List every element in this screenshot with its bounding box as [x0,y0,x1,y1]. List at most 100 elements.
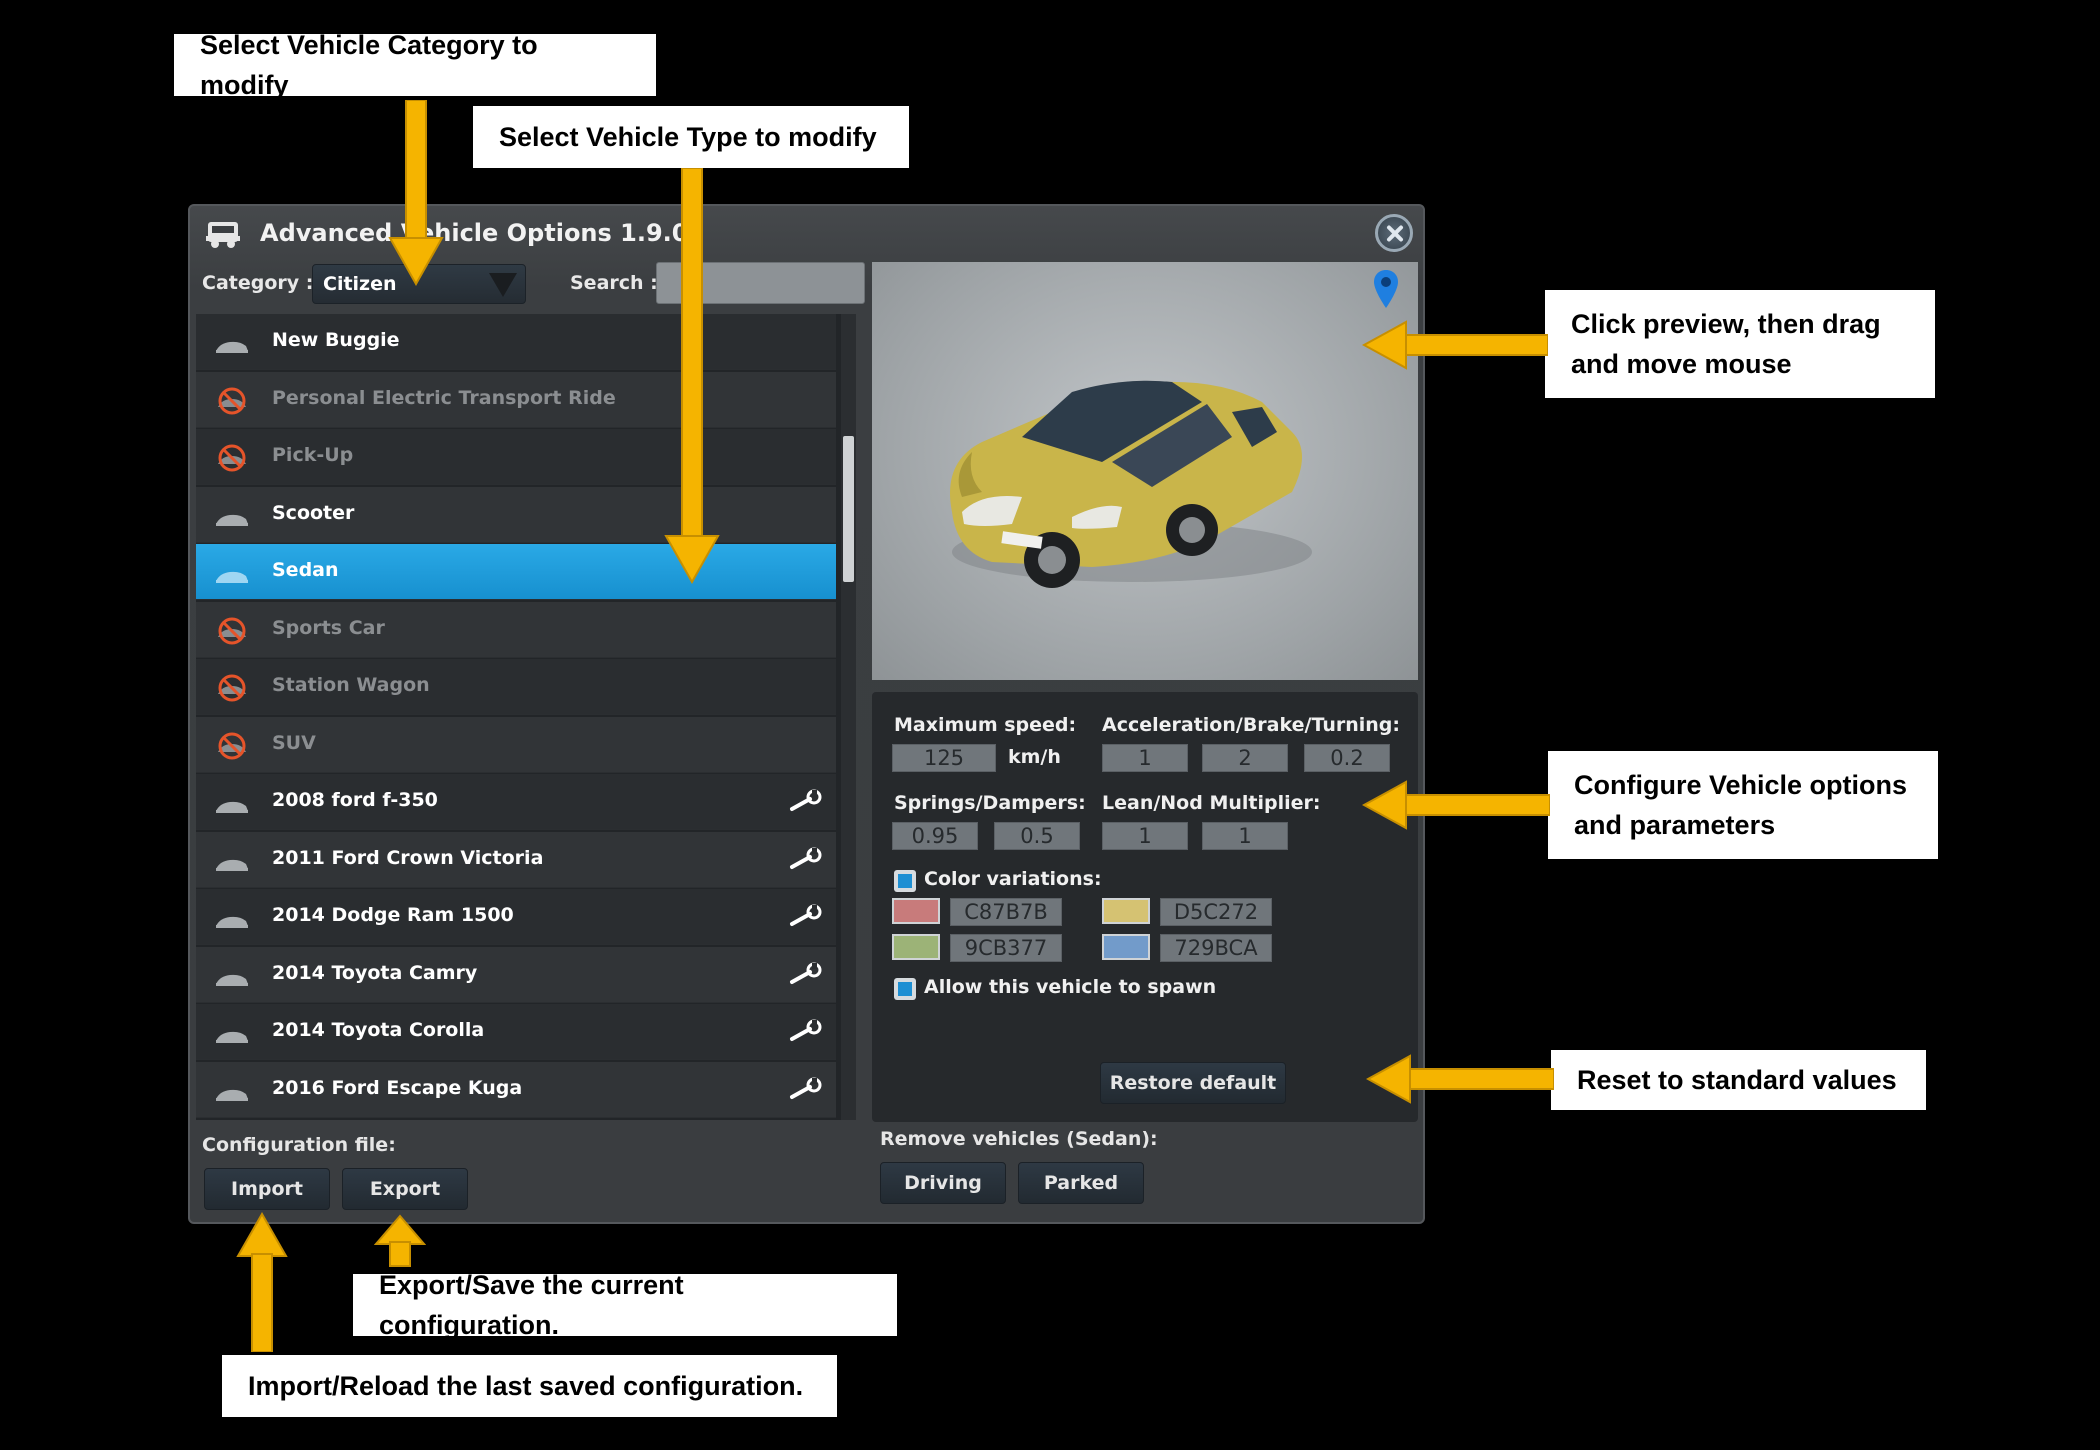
dampers-input[interactable]: 0.5 [994,822,1080,850]
callout-export: Export/Save the current configuration. [353,1270,897,1340]
search-label: Search : [570,272,658,294]
car-icon [216,859,248,871]
vehicle-name: 2014 Toyota Corolla [272,1019,485,1041]
arrow-to-restore-default [1366,1054,1554,1104]
close-button[interactable] [1375,214,1413,252]
location-pin-icon[interactable] [1374,270,1398,308]
car-icon [216,571,248,583]
brake-input[interactable]: 2 [1202,744,1288,772]
callout-text: Import/Reload the last saved configurati… [248,1371,804,1401]
disabled-car-icon [218,732,246,759]
max-speed-input[interactable]: 125 [892,744,996,772]
vehicle-list-item[interactable]: 2011 Ford Crown Victoria [196,831,836,888]
vehicle-name: New Buggie [272,329,400,351]
category-label: Category : [202,272,314,294]
car-icon [216,916,248,928]
callout-text: Export/Save the current configuration. [379,1270,684,1340]
sedan-preview-model [950,380,1312,588]
export-button[interactable]: Export [342,1168,468,1210]
vehicle-list-item[interactable]: 2008 ford f-350 [196,774,836,830]
scrollbar-thumb[interactable] [843,436,854,582]
car-icon [216,974,248,986]
allow-spawn-label: Allow this vehicle to spawn [924,976,1217,998]
color-swatch-3[interactable] [892,934,940,960]
wrench-icon [790,904,822,926]
nod-input[interactable]: 1 [1202,822,1288,850]
turning-input[interactable]: 0.2 [1304,744,1390,772]
disabled-car-icon [218,674,246,702]
color-hex-3[interactable]: 9CB377 [950,934,1062,962]
vehicle-list-item[interactable]: SUV [196,716,836,773]
vehicle-name: Sports Car [272,616,385,639]
callout-text-line1: Configure Vehicle options [1574,770,1908,800]
callout-text-line1: Click preview, then drag [1571,309,1881,339]
remove-driving-button[interactable]: Driving [880,1162,1006,1204]
vehicle-list-item[interactable]: Station Wagon [196,659,836,715]
car-icon [216,341,248,353]
vehicle-list-item[interactable]: Sports Car [196,601,836,658]
arrow-to-vehicle-type [664,168,720,584]
car-icon [216,801,248,813]
callout-select-type: Select Vehicle Type to modify [473,106,909,168]
vehicle-name: 2014 Toyota Camry [272,961,478,984]
vehicle-name: Pick-Up [272,444,354,466]
vehicle-name: Station Wagon [272,674,430,696]
color-variations-label: Color variations: [924,868,1102,890]
max-speed-unit: km/h [1008,746,1061,768]
vehicle-name: Scooter [272,501,355,524]
color-hex-4[interactable]: 729BCA [1160,934,1272,962]
remove-parked-button[interactable]: Parked [1018,1162,1144,1204]
callout-text: Reset to standard values [1577,1065,1897,1095]
color-hex-2[interactable]: D5C272 [1160,898,1272,926]
color-swatch-2[interactable] [1102,898,1150,924]
vehicle-name: SUV [272,731,316,754]
color-variations-checkbox[interactable] [894,870,916,892]
callout-import: Import/Reload the last saved configurati… [222,1355,837,1417]
import-button[interactable]: Import [204,1168,330,1210]
titlebar[interactable]: Advanced Vehicle Options 1.9.0 [190,206,1423,262]
color-hex-1[interactable]: C87B7B [950,898,1062,926]
window-title: Advanced Vehicle Options 1.9.0 [260,219,689,247]
vehicle-list-item[interactable]: Scooter [196,486,836,543]
callout-configure: Configure Vehicle options and parameters [1548,751,1938,859]
vehicle-list-item[interactable]: 2014 Toyota Camry [196,946,836,1003]
advanced-vehicle-options-window: Advanced Vehicle Options 1.9.0 Category … [188,204,1425,1224]
callout-text: Select Vehicle Category to modify [200,30,538,100]
springs-dampers-label: Springs/Dampers: [894,792,1086,814]
callout-preview: Click preview, then drag and move mouse [1545,290,1935,398]
vehicle-name: 2014 Dodge Ram 1500 [272,904,514,926]
vehicle-list-item[interactable]: Pick-Up [196,429,836,485]
vehicle-list-item[interactable]: 2016 Ford Escape Kuga [196,1061,836,1118]
wrench-icon [790,1077,822,1099]
vehicle-list-item[interactable]: 2014 Dodge Ram 1500 [196,889,836,945]
car-icon [216,1089,248,1101]
list-scrollbar[interactable] [841,314,856,1120]
vehicle-name: 2011 Ford Crown Victoria [272,846,544,869]
vehicle-list-item[interactable]: Sedan [196,544,836,600]
category-selected-value: Citizen [323,273,397,295]
vehicle-list-item[interactable]: 2014 Toyota Corolla [196,1004,836,1060]
allow-spawn-checkbox[interactable] [894,978,916,1000]
callout-text-line2: and parameters [1574,810,1776,840]
color-swatch-1[interactable] [892,898,940,924]
disabled-car-icon [218,444,246,472]
callout-text-line2: and move mouse [1571,349,1792,379]
vehicle-preview[interactable] [872,262,1418,680]
restore-default-button[interactable]: Restore default [1100,1062,1286,1104]
acceleration-brake-turning-label: Acceleration/Brake/Turning: [1102,714,1400,736]
vehicle-name: 2008 ford f-350 [272,789,438,811]
vehicle-name: Sedan [272,559,339,581]
vehicle-list-item[interactable]: Personal Electric Transport Ride [196,371,836,428]
wrench-icon [790,962,822,984]
wrench-icon [790,1019,822,1041]
vehicle-options-icon [206,222,240,248]
vehicle-list-item[interactable]: New Buggie [196,314,836,370]
lean-input[interactable]: 1 [1102,822,1188,850]
acceleration-input[interactable]: 1 [1102,744,1188,772]
wrench-icon [790,789,822,811]
color-swatch-4[interactable] [1102,934,1150,960]
disabled-car-icon [218,387,246,414]
vehicle-name: 2016 Ford Escape Kuga [272,1076,523,1099]
springs-input[interactable]: 0.95 [892,822,978,850]
arrow-to-import [236,1212,288,1352]
